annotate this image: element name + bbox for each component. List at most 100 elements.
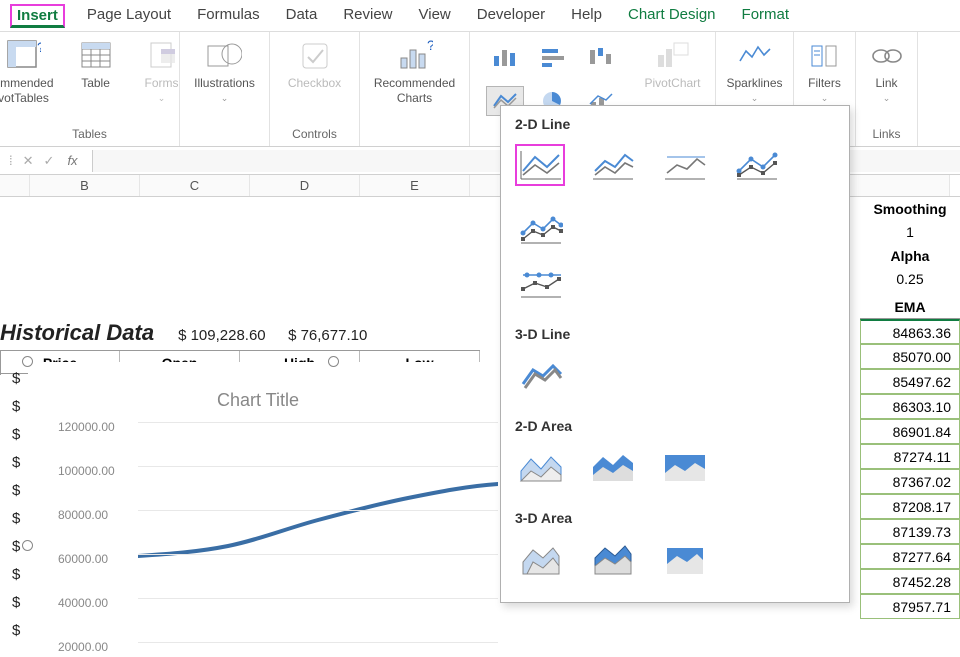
group-label-tables: Tables	[72, 127, 107, 144]
table-icon	[78, 38, 114, 74]
chart-3d-area-stacked[interactable]	[587, 538, 637, 580]
value-smoothing[interactable]: 1	[860, 220, 960, 245]
header-ema: EMA	[860, 296, 960, 319]
ema-cell[interactable]: 84863.36	[860, 319, 960, 344]
bar-chart-button[interactable]	[534, 42, 572, 72]
confirm-icon[interactable]: ✓	[41, 153, 58, 169]
dropdown-icon[interactable]: ⁞	[6, 153, 16, 168]
tab-data[interactable]: Data	[282, 4, 322, 25]
svg-text:?: ?	[37, 40, 41, 55]
right-data-column: Smoothing 1 Alpha 0.25 e EMA 84863.36 85…	[860, 198, 960, 619]
dd-title-2dline: 2-D Line	[501, 106, 849, 140]
tab-chart-design[interactable]: Chart Design	[624, 4, 720, 25]
forms-label: Forms	[145, 76, 179, 91]
ema-cell[interactable]: 86901.84	[860, 419, 960, 444]
ema-cell[interactable]: 87367.02	[860, 469, 960, 494]
link-label: Link	[875, 76, 897, 91]
illustrations-button[interactable]: Illustrations ⌄	[190, 36, 259, 106]
filter-icon	[807, 38, 843, 74]
recommended-charts-label: Recommended Charts	[374, 76, 455, 106]
tab-review[interactable]: Review	[339, 4, 396, 25]
chart-area-stacked[interactable]	[587, 446, 637, 488]
col-E[interactable]: E	[360, 175, 470, 196]
chart-line	[138, 416, 498, 646]
tab-help[interactable]: Help	[567, 4, 606, 25]
recommended-charts-button[interactable]: ? Recommended Charts	[370, 36, 459, 108]
ema-cell[interactable]: 86303.10	[860, 394, 960, 419]
chart-title[interactable]: Chart Title	[28, 390, 488, 411]
col-B[interactable]: B	[30, 175, 140, 196]
dd-title-3darea: 3-D Area	[501, 500, 849, 534]
tab-format[interactable]: Format	[738, 4, 794, 25]
sparklines-icon	[737, 38, 773, 74]
chart-line-stacked-markers[interactable]	[515, 208, 565, 250]
svg-text:?: ?	[427, 40, 433, 53]
ema-cell[interactable]: 87277.64	[860, 544, 960, 569]
col-D[interactable]: D	[250, 175, 360, 196]
pivotchart-button[interactable]: PivotChart	[640, 36, 704, 93]
pivottables-label: ommended votTables	[0, 76, 54, 106]
pivotchart-label: PivotChart	[644, 76, 700, 91]
pivottable-icon: ?	[6, 38, 42, 74]
header-smoothing: Smoothing	[860, 198, 960, 220]
tab-formulas[interactable]: Formulas	[193, 4, 264, 25]
group-label-controls: Controls	[292, 127, 337, 144]
value-low: $ 76,677.10	[288, 327, 398, 344]
page-title: Historical Data	[0, 320, 154, 346]
waterfall-chart-button[interactable]	[582, 42, 620, 72]
ema-cell[interactable]: 87208.17	[860, 494, 960, 519]
pivotchart-icon	[655, 38, 691, 74]
chart-icon: ?	[397, 38, 433, 74]
chart-line-stacked[interactable]	[587, 144, 637, 186]
chart-area[interactable]: Chart Title 120000.00 100000.00 80000.00…	[28, 362, 488, 652]
ribbon-tabs: Insert Page Layout Formulas Data Review …	[0, 0, 960, 32]
filters-button[interactable]: Filters ⌄	[797, 36, 853, 106]
value-alpha[interactable]: 0.25	[860, 267, 960, 292]
col-C[interactable]: C	[140, 175, 250, 196]
filters-label: Filters	[808, 76, 841, 91]
link-button[interactable]: Link ⌄	[859, 36, 915, 106]
chart-3d-area-100stacked[interactable]	[659, 538, 709, 580]
chart-handle-n[interactable]	[328, 356, 339, 367]
chart-area-100stacked[interactable]	[659, 446, 709, 488]
value-high: $ 109,228.60	[178, 327, 288, 344]
chart-3d-line[interactable]	[515, 354, 565, 396]
column-chart-button[interactable]	[486, 42, 524, 72]
tab-view[interactable]: View	[415, 4, 455, 25]
cancel-icon[interactable]: ✕	[20, 153, 37, 169]
tab-developer[interactable]: Developer	[473, 4, 549, 25]
chart-line-basic[interactable]	[515, 144, 565, 186]
table-label: Table	[81, 76, 110, 91]
chart-line-100stacked-markers[interactable]	[515, 262, 565, 304]
tab-insert[interactable]: Insert	[10, 4, 65, 28]
chart-area-basic[interactable]	[515, 446, 565, 488]
line-chart-dropdown: 2-D Line 3-D Line 2-D Area	[500, 105, 850, 603]
link-icon	[869, 38, 905, 74]
checkbox-icon	[297, 38, 333, 74]
pivottables-button[interactable]: ? ommended votTables	[0, 36, 58, 108]
chart-line-100stacked[interactable]	[659, 144, 709, 186]
dd-title-3dline: 3-D Line	[501, 316, 849, 350]
illustrations-icon	[206, 38, 242, 74]
forms-icon	[144, 38, 180, 74]
chart-plot	[138, 416, 498, 646]
illustrations-label: Illustrations	[194, 76, 255, 91]
sparklines-button[interactable]: Sparklines ⌄	[722, 36, 786, 106]
fx-icon[interactable]: fx	[61, 153, 83, 168]
ema-cell[interactable]: 87274.11	[860, 444, 960, 469]
ema-cell[interactable]: 85070.00	[860, 344, 960, 369]
checkbox-label: Checkbox	[288, 76, 341, 91]
group-label-links: Links	[872, 127, 900, 144]
chart-3d-area[interactable]	[515, 538, 565, 580]
ema-cell[interactable]: 87452.28	[860, 569, 960, 594]
dd-title-2darea: 2-D Area	[501, 408, 849, 442]
chart-handle-w[interactable]	[22, 540, 33, 551]
chart-line-markers[interactable]	[731, 144, 781, 186]
table-button[interactable]: Table	[68, 36, 124, 93]
tab-page-layout[interactable]: Page Layout	[83, 4, 175, 25]
ema-cell[interactable]: 87957.71	[860, 594, 960, 619]
ema-cell[interactable]: 85497.62	[860, 369, 960, 394]
checkbox-button[interactable]: Checkbox	[284, 36, 345, 93]
chart-handle-nw[interactable]	[22, 356, 33, 367]
ema-cell[interactable]: 87139.73	[860, 519, 960, 544]
